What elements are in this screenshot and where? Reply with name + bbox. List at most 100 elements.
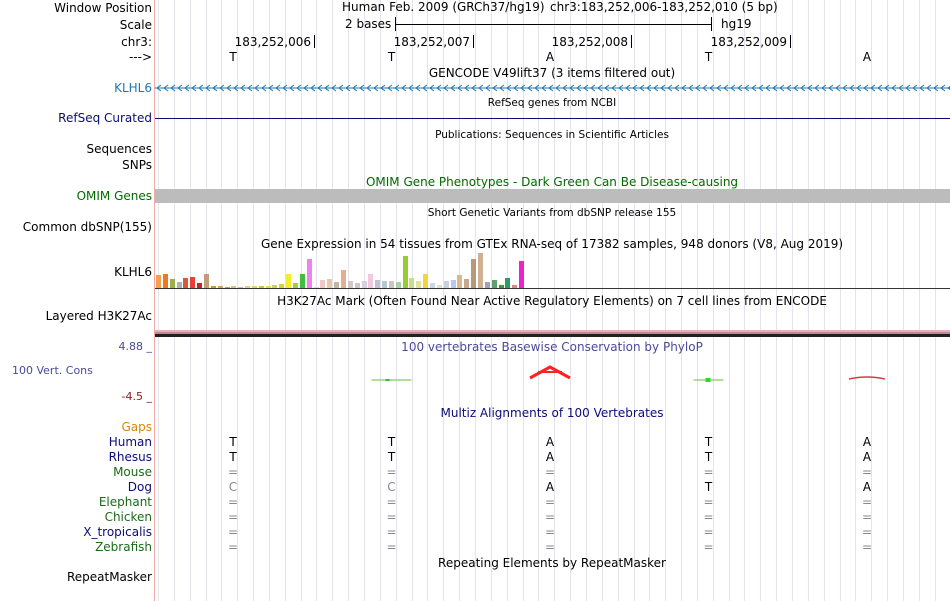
gtex-tissue-bar[interactable] xyxy=(402,256,408,288)
gtex-tissue-bar[interactable] xyxy=(388,281,394,288)
gtex-track-title: Gene Expression in 54 tissues from GTEx … xyxy=(260,237,844,251)
track-label-dbsnp[interactable]: Common dbSNP(155) xyxy=(23,220,152,234)
gtex-tissue-bar[interactable] xyxy=(423,274,429,288)
gtex-tissue-bar[interactable] xyxy=(327,279,333,288)
gtex-tissue-bar[interactable] xyxy=(299,274,305,288)
alignment-base: T xyxy=(704,450,713,464)
gtex-tissue-bar[interactable] xyxy=(491,280,497,288)
gtex-tissue-bar[interactable] xyxy=(464,279,470,288)
alignment-base: T xyxy=(387,435,396,449)
alignment-base: A xyxy=(862,450,872,464)
species-label-x_tropicalis[interactable]: X_tropicalis xyxy=(83,525,152,539)
gtex-tissue-bar[interactable] xyxy=(169,279,175,288)
gtex-tissue-bar[interactable] xyxy=(361,281,367,288)
gtex-tissue-bar[interactable] xyxy=(306,259,312,288)
reference-base: T xyxy=(387,50,396,64)
gtex-tissue-bar[interactable] xyxy=(340,270,346,288)
gencode-track-title: GENCODE V49lift37 (3 items filtered out) xyxy=(428,66,676,80)
alignment-base: = xyxy=(861,525,873,539)
coordinate-tick xyxy=(631,35,632,48)
track-label-gaps[interactable]: Gaps xyxy=(121,420,152,434)
species-label-chicken[interactable]: Chicken xyxy=(105,510,152,524)
coordinate-label: 183,252,006 xyxy=(234,35,311,49)
cons-mark xyxy=(705,378,711,382)
refseq-gene-line[interactable] xyxy=(155,118,950,119)
alignment-base: A xyxy=(545,480,555,494)
refseq-track-title: RefSeq genes from NCBI xyxy=(487,97,617,109)
alignment-base: = xyxy=(861,465,873,479)
alignment-base: A xyxy=(862,435,872,449)
alignment-base: = xyxy=(544,465,556,479)
scale-label: Scale xyxy=(119,18,152,32)
track-label-sequences[interactable]: Sequences xyxy=(87,142,152,156)
gencode-klhl6-feature[interactable] xyxy=(155,81,950,95)
track-label-cons[interactable]: 100 Vert. Cons xyxy=(12,364,93,378)
klhl6-gene-line xyxy=(155,84,950,92)
gtex-baseline xyxy=(155,288,950,289)
alignment-base: = xyxy=(227,525,239,539)
gtex-expression-bars[interactable] xyxy=(155,252,535,288)
gtex-tissue-bar[interactable] xyxy=(382,281,388,288)
track-label-gtex-klhl6[interactable]: KLHL6 xyxy=(114,265,152,279)
gtex-tissue-bar[interactable] xyxy=(477,253,483,288)
coordinate-tick xyxy=(314,35,315,48)
dbsnp-track-title: Short Genetic Variants from dbSNP releas… xyxy=(427,207,677,219)
gtex-tissue-bar[interactable] xyxy=(443,281,449,288)
species-label-zebrafish[interactable]: Zebrafish xyxy=(95,540,152,554)
gtex-tissue-bar[interactable] xyxy=(409,278,415,288)
reference-base: T xyxy=(704,50,713,64)
track-data-panel[interactable]: Human Feb. 2009 (GRCh37/hg19) chr3:183,2… xyxy=(155,0,950,601)
alignment-base: = xyxy=(386,495,397,509)
gtex-tissue-bar[interactable] xyxy=(347,281,353,288)
cons-mark xyxy=(385,379,390,381)
gtex-tissue-bar[interactable] xyxy=(162,274,168,288)
strand-label: ---> xyxy=(128,50,152,64)
track-label-refseq[interactable]: RefSeq Curated xyxy=(58,111,152,125)
multiz-track-title: Multiz Alignments of 100 Vertebrates xyxy=(440,406,664,420)
gtex-tissue-bar[interactable] xyxy=(203,274,209,288)
species-label-human[interactable]: Human xyxy=(109,435,152,449)
alignment-base: = xyxy=(703,510,714,524)
repeatmasker-track-title: Repeating Elements by RepeatMasker xyxy=(438,556,666,570)
gtex-tissue-bar[interactable] xyxy=(183,278,189,288)
alignment-base: A xyxy=(545,435,555,449)
gtex-tissue-bar[interactable] xyxy=(519,261,525,288)
gtex-tissue-bar[interactable] xyxy=(471,259,477,288)
alignment-base: = xyxy=(861,540,873,554)
track-label-omim[interactable]: OMIM Genes xyxy=(77,189,152,203)
cons-min-label: -4.5 _ xyxy=(121,390,152,403)
species-label-elephant[interactable]: Elephant xyxy=(99,495,152,509)
omim-feature-bar[interactable] xyxy=(155,189,950,203)
gtex-tissue-bar[interactable] xyxy=(375,280,381,288)
h3k27ac-signal[interactable] xyxy=(155,330,950,337)
gtex-tissue-bar[interactable] xyxy=(320,280,326,288)
gtex-tissue-bar[interactable] xyxy=(156,275,161,288)
track-label-repeatmasker[interactable]: RepeatMasker xyxy=(67,570,152,584)
cons-track-title: 100 vertebrates Basewise Conservation by… xyxy=(401,340,703,354)
track-label-h3k27ac[interactable]: Layered H3K27Ac xyxy=(46,309,152,323)
window-position-label: Window Position xyxy=(54,1,152,15)
gtex-tissue-bar[interactable] xyxy=(190,277,196,288)
gtex-tissue-bar[interactable] xyxy=(450,280,456,288)
gtex-tissue-bar[interactable] xyxy=(457,275,463,288)
gtex-tissue-bar[interactable] xyxy=(505,278,511,288)
species-label-rhesus[interactable]: Rhesus xyxy=(109,450,152,464)
gtex-tissue-bar[interactable] xyxy=(416,281,422,288)
alignment-base: = xyxy=(386,540,397,554)
alignment-base: = xyxy=(386,525,397,539)
publications-track-title: Publications: Sequences in Scientific Ar… xyxy=(435,129,669,141)
reference-base: A xyxy=(545,50,555,64)
scale-bar xyxy=(395,24,711,25)
track-label-snps[interactable]: SNPs xyxy=(122,158,152,172)
track-label-gencode-klhl6[interactable]: KLHL6 xyxy=(114,81,152,95)
coordinate-label: 183,252,008 xyxy=(551,35,628,49)
species-label-dog[interactable]: Dog xyxy=(128,480,152,494)
scale-text: 2 bases xyxy=(345,17,392,31)
scale-bar-right-tick xyxy=(711,17,712,31)
chrom-label: chr3: xyxy=(121,35,152,49)
species-label-mouse[interactable]: Mouse xyxy=(113,465,152,479)
conservation-plot[interactable] xyxy=(155,355,950,405)
coordinate-label: 183,252,009 xyxy=(710,35,787,49)
gtex-tissue-bar[interactable] xyxy=(286,274,292,288)
gtex-tissue-bar[interactable] xyxy=(368,274,374,288)
